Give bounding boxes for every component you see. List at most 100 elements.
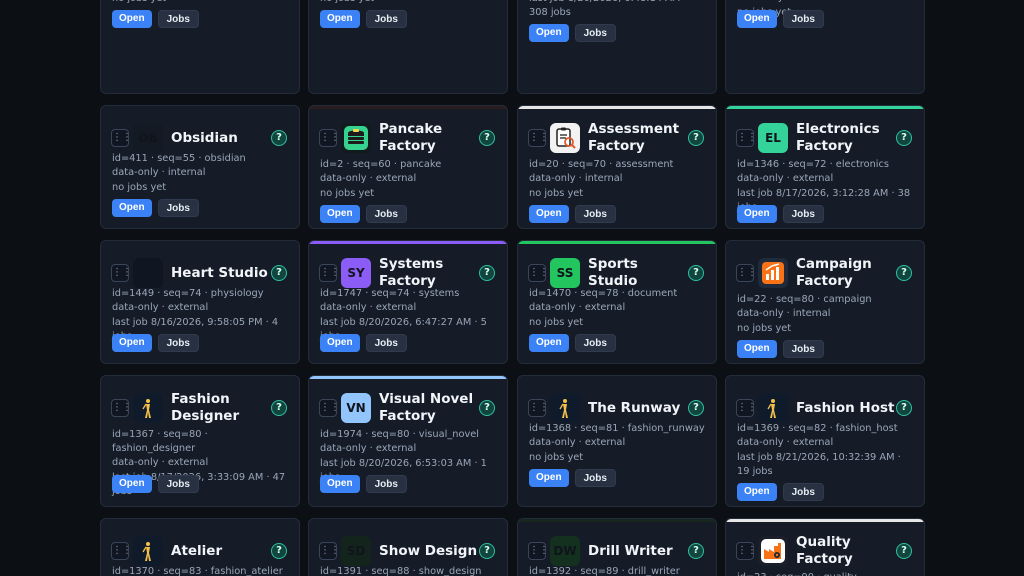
jobs-button[interactable]: Jobs — [157, 334, 199, 352]
card-id-seq: id=1449 · seq=74 · physiology — [112, 288, 264, 299]
help-icon[interactable]: ? — [271, 400, 287, 416]
card-access: data-only · external — [112, 457, 209, 468]
card-meta: id=23 · seq=90 · quality — [737, 571, 916, 576]
help-icon[interactable]: ? — [896, 543, 912, 559]
card-access: data-only · internal — [112, 167, 206, 178]
open-button[interactable]: Open — [529, 24, 569, 42]
jobs-button[interactable]: Jobs — [574, 24, 616, 42]
jobs-button[interactable]: Jobs — [782, 205, 824, 223]
open-button[interactable]: Open — [737, 10, 777, 28]
factory-card-sports: ⋮⋮ SS Sports Studio? id=1470 · seq=78 · doc… — [517, 240, 717, 364]
help-icon[interactable]: ? — [896, 130, 912, 146]
jobs-button[interactable]: Jobs — [365, 334, 407, 352]
card-id-seq: id=411 · seq=55 · obsidian — [112, 153, 246, 164]
jobs-button[interactable]: Jobs — [782, 10, 824, 28]
card-id-seq: id=1391 · seq=88 · show_design — [320, 566, 482, 576]
factory-card-course: id=19 · seq=20 · coursedata-only · inter… — [100, 0, 300, 94]
card-id-seq: id=1368 · seq=81 · fashion_runway — [529, 423, 705, 434]
help-icon[interactable]: ? — [688, 265, 704, 281]
factory-tile-icon — [758, 536, 788, 566]
jobs-button[interactable]: Jobs — [157, 199, 199, 217]
jobs-button[interactable]: Jobs — [365, 475, 407, 493]
help-icon[interactable]: ? — [688, 130, 704, 146]
jobs-button[interactable]: Jobs — [574, 334, 616, 352]
help-icon[interactable]: ? — [479, 400, 495, 416]
factory-card-pancake: ⋮⋮ Pancake Factory? id=2 · seq=60 · pancak… — [308, 105, 508, 229]
card-actions: Open Jobs — [737, 483, 824, 501]
drag-handle-icon[interactable]: ⋮⋮ — [111, 264, 132, 282]
factory-card-quality: ⋮⋮ Quality Factory? id=23 · seq=90 · quali… — [725, 518, 925, 576]
factory-tile-icon: SY — [341, 258, 371, 288]
help-icon[interactable]: ? — [479, 265, 495, 281]
drag-handle-icon[interactable]: ⋮⋮ — [319, 129, 340, 147]
open-button[interactable]: Open — [320, 334, 360, 352]
card-actions: Open Jobs — [737, 340, 824, 358]
jobs-button[interactable]: Jobs — [365, 10, 407, 28]
card-actions: Open Jobs — [529, 334, 616, 352]
drag-handle-icon[interactable]: ⋮⋮ — [528, 399, 549, 417]
help-icon[interactable]: ? — [688, 400, 704, 416]
jobs-button[interactable]: Jobs — [782, 483, 824, 501]
open-button[interactable]: Open — [737, 340, 777, 358]
card-access: data-only · external — [529, 302, 626, 313]
jobs-button[interactable]: Jobs — [157, 10, 199, 28]
factory-tile-icon — [133, 393, 163, 423]
help-icon[interactable]: ? — [271, 265, 287, 281]
open-button[interactable]: Open — [320, 205, 360, 223]
card-last-job: no jobs yet — [112, 0, 291, 6]
card-last-job: no jobs yet — [320, 188, 375, 199]
open-button[interactable]: Open — [320, 475, 360, 493]
open-button[interactable]: Open — [529, 334, 569, 352]
open-button[interactable]: Open — [529, 205, 569, 223]
open-button[interactable]: Open — [529, 469, 569, 487]
open-button[interactable]: Open — [320, 10, 360, 28]
help-icon[interactable]: ? — [479, 543, 495, 559]
drag-handle-icon[interactable]: ⋮⋮ — [528, 129, 549, 147]
open-button[interactable]: Open — [737, 483, 777, 501]
open-button[interactable]: Open — [112, 334, 152, 352]
factory-tile-icon: OB — [133, 123, 163, 153]
card-access: data-only · external — [320, 173, 417, 184]
card-id-seq: id=1346 · seq=72 · electronics — [737, 159, 890, 170]
help-icon[interactable]: ? — [688, 543, 704, 559]
card-title: Atelier — [171, 542, 223, 559]
open-button[interactable]: Open — [112, 199, 152, 217]
jobs-button[interactable]: Jobs — [574, 205, 616, 223]
drag-handle-icon[interactable]: ⋮⋮ — [528, 264, 549, 282]
drag-handle-icon[interactable]: ⋮⋮ — [736, 399, 757, 417]
card-actions: Open Jobs — [529, 469, 616, 487]
drag-handle-icon[interactable]: ⋮⋮ — [736, 129, 757, 147]
jobs-button[interactable]: Jobs — [782, 340, 824, 358]
jobs-button[interactable]: Jobs — [365, 205, 407, 223]
help-icon[interactable]: ? — [479, 130, 495, 146]
jobs-button[interactable]: Jobs — [157, 475, 199, 493]
drag-handle-icon[interactable]: ⋮⋮ — [528, 542, 549, 560]
open-button[interactable]: Open — [112, 475, 152, 493]
drag-handle-icon[interactable]: ⋮⋮ — [111, 542, 132, 560]
open-button[interactable]: Open — [112, 10, 152, 28]
drag-handle-icon[interactable]: ⋮⋮ — [736, 542, 757, 560]
help-icon[interactable]: ? — [896, 400, 912, 416]
drag-handle-icon[interactable]: ⋮⋮ — [111, 129, 132, 147]
card-meta: id=1368 · seq=81 · fashion_runway data-on… — [529, 422, 708, 465]
drag-handle-icon[interactable]: ⋮⋮ — [319, 542, 340, 560]
drag-handle-icon[interactable]: ⋮⋮ — [111, 399, 132, 417]
drag-handle-icon[interactable]: ⋮⋮ — [736, 264, 757, 282]
factory-tile-icon: SS — [550, 258, 580, 288]
card-actions: Open Jobs — [737, 205, 824, 223]
card-accent-bar — [518, 519, 716, 522]
open-button[interactable]: Open — [737, 205, 777, 223]
card-meta: id=20 · seq=70 · assessment data-only · i… — [529, 158, 708, 201]
help-icon[interactable]: ? — [896, 265, 912, 281]
card-actions: Open Jobs — [320, 334, 407, 352]
drag-handle-icon[interactable]: ⋮⋮ — [319, 399, 340, 417]
card-header: ⋮⋮ EL Electronics Factory? — [736, 120, 912, 156]
factory-tile-icon — [550, 393, 580, 423]
help-icon[interactable]: ? — [271, 543, 287, 559]
card-id-seq: id=1747 · seq=74 · systems — [320, 288, 460, 299]
jobs-button[interactable]: Jobs — [574, 469, 616, 487]
card-title: Visual Novel Factory — [379, 391, 474, 424]
help-icon[interactable]: ? — [271, 130, 287, 146]
card-accent-bar — [726, 519, 924, 522]
drag-handle-icon[interactable]: ⋮⋮ — [319, 264, 340, 282]
